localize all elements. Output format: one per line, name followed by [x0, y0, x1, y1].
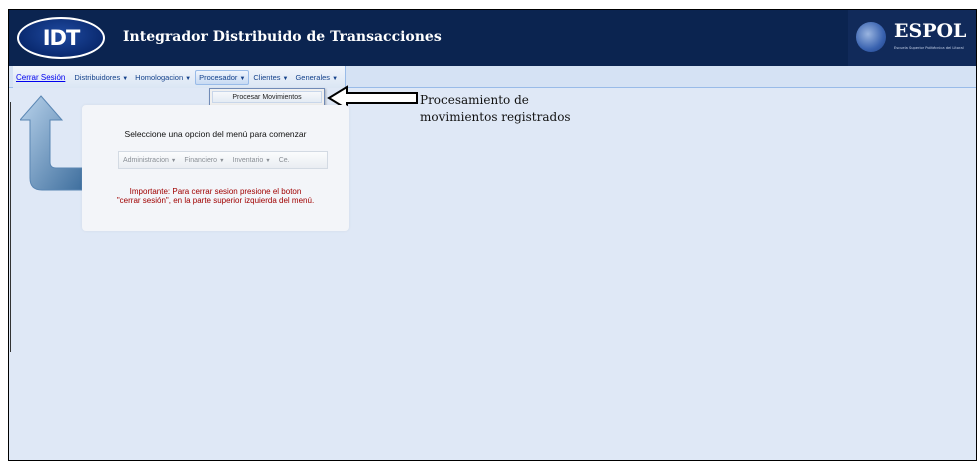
menu-items: Cerrar Sesión Distribuidores ▼ Homologaci…	[13, 66, 347, 88]
app-window: IDT Integrador Distribuido de Transaccio…	[8, 9, 977, 461]
note-line: "cerrar sesión", en la parte superior iz…	[116, 196, 315, 205]
menu-distribuidores[interactable]: Distribuidores ▼	[71, 71, 131, 84]
espol-logo-text: ESPOL	[894, 20, 967, 42]
menu-label: Homologacion	[135, 72, 184, 82]
sample-menu-item: Administracion ▼	[119, 157, 180, 164]
logout-link[interactable]: Cerrar Sesión	[13, 71, 68, 84]
sample-menu-label: Ce.	[278, 156, 290, 164]
chevron-down-icon: ▼	[185, 75, 192, 82]
annotation-line: movimientos registrados	[420, 110, 571, 124]
chevron-down-icon: ▼	[332, 75, 339, 82]
up-arrow-icon	[20, 95, 83, 191]
main-menubar: Cerrar Sesión Distribuidores ▼ Homologaci…	[9, 66, 976, 88]
menu-label: Procesador	[199, 72, 238, 82]
menu-generales[interactable]: Generales ▼	[292, 71, 341, 84]
menu-label: Distribuidores	[74, 72, 121, 82]
menu-procesador[interactable]: Procesador ▼	[195, 69, 250, 85]
chevron-down-icon: ▼	[282, 75, 289, 82]
app-header: IDT Integrador Distribuido de Transaccio…	[9, 10, 976, 66]
menu-item-procesar-movimientos[interactable]: Procesar Movimientos	[212, 91, 322, 103]
annotation-text: Procesamiento de movimientos registrados	[420, 92, 620, 126]
sample-menu-label: Financiero	[184, 156, 218, 164]
sample-menu-illustration: Administracion ▼ Financiero ▼ Inventario ▼ …	[118, 151, 328, 169]
menu-label: Generales	[295, 72, 331, 82]
app-title: Integrador Distribuido de Transacciones	[123, 29, 442, 45]
welcome-panel: Seleccione una opcion del menú para come…	[82, 105, 349, 231]
chevron-down-icon: ▼	[170, 157, 177, 164]
espol-emblem-icon	[856, 22, 886, 52]
procesador-dropdown: Procesar Movimientos	[209, 88, 325, 106]
menu-homologacion[interactable]: Homologacion ▼	[132, 71, 194, 84]
sample-menu-label: Administracion	[123, 156, 169, 164]
chevron-down-icon: ▼	[219, 157, 225, 164]
idt-logo: IDT	[17, 17, 105, 59]
menu-clientes[interactable]: Clientes ▼	[250, 71, 291, 84]
logout-instruction: Importante: Para cerrar sesion presione …	[82, 187, 349, 205]
left-divider	[10, 102, 11, 352]
sample-menu-item: Financiero ▼	[180, 157, 228, 164]
sample-menu-item: Ce.	[275, 157, 294, 164]
espol-subtitle: Escuela Superior Politécnica del Litoral	[894, 46, 964, 50]
chevron-down-icon: ▼	[122, 75, 129, 82]
annotation-line: Procesamiento de	[420, 93, 529, 107]
sample-menu-item: Inventario ▼	[229, 157, 275, 164]
chevron-down-icon: ▼	[239, 75, 246, 82]
espol-logo: ESPOL Escuela Superior Politécnica del L…	[848, 10, 976, 66]
sample-menu-label: Inventario	[232, 156, 264, 164]
note-line: Importante: Para cerrar sesion presione …	[129, 187, 302, 196]
menu-label: Clientes	[253, 72, 281, 82]
chevron-down-icon: ▼	[265, 157, 271, 164]
welcome-title: Seleccione una opcion del menú para come…	[124, 129, 307, 139]
